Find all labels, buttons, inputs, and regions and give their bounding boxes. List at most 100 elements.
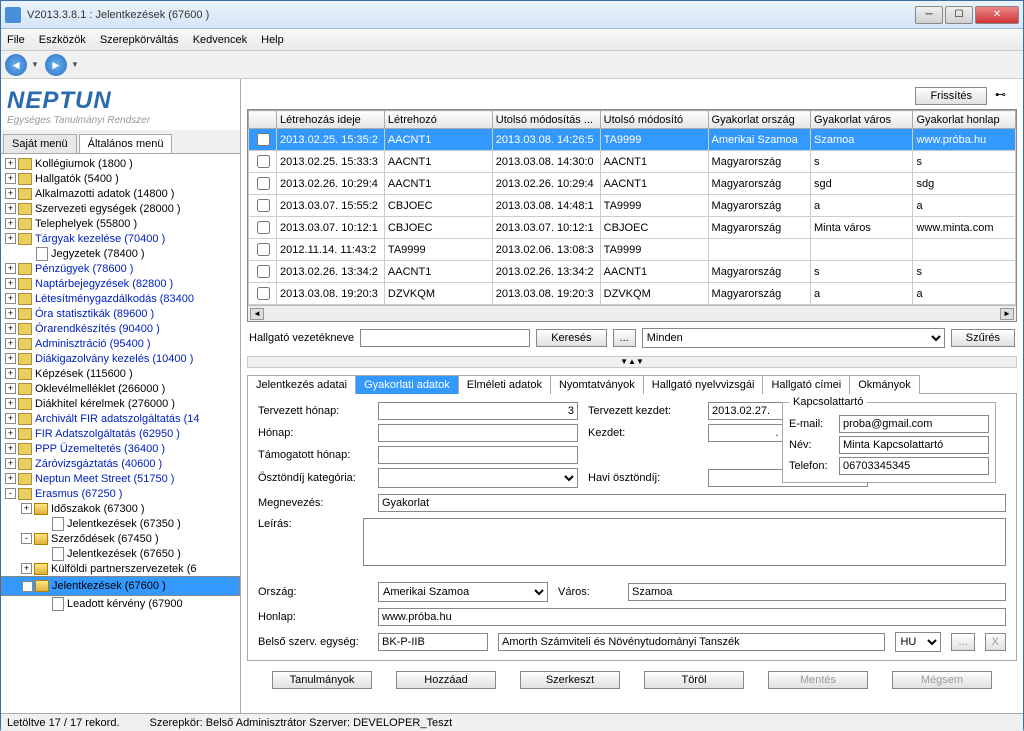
tree-item[interactable]: +Képzések (115600 ) xyxy=(1,366,240,381)
row-checkbox[interactable] xyxy=(257,177,270,190)
table-row[interactable]: 2012.11.14. 11:43:2TA99992013.02.06. 13:… xyxy=(249,239,1016,261)
search-more-button[interactable]: ... xyxy=(613,329,636,347)
tree-item[interactable]: +Oklevélmelléklet (266000 ) xyxy=(1,381,240,396)
tree-item[interactable]: Jelentkezések (67350 ) xyxy=(1,516,240,531)
table-row[interactable]: 2013.02.25. 15:35:2AACNT12013.03.08. 14:… xyxy=(249,129,1016,151)
close-button[interactable]: ✕ xyxy=(975,6,1019,24)
title-field[interactable] xyxy=(378,494,1006,512)
grid-header[interactable] xyxy=(249,111,277,129)
tree-item[interactable]: +Hallgatók (5400 ) xyxy=(1,171,240,186)
search-input[interactable] xyxy=(360,329,530,347)
org-unit-name-field[interactable] xyxy=(498,633,885,651)
tree-item[interactable]: +Külföldi partnerszervezetek (6 xyxy=(1,561,240,576)
row-checkbox[interactable] xyxy=(257,133,270,146)
email-field[interactable] xyxy=(839,415,989,433)
studies-button[interactable]: Tanulmányok xyxy=(272,671,372,689)
tree-item[interactable]: +Diákigazolvány kezelés (10400 ) xyxy=(1,351,240,366)
city-field[interactable] xyxy=(628,583,1006,601)
tree-item[interactable]: +Archivált FIR adatszolgáltatás (14 xyxy=(1,411,240,426)
tree-item[interactable]: Jelentkezések (67650 ) xyxy=(1,546,240,561)
tree-item[interactable]: +Alkalmazotti adatok (14800 ) xyxy=(1,186,240,201)
menu-tools[interactable]: Eszközök xyxy=(39,34,86,46)
row-checkbox[interactable] xyxy=(257,243,270,256)
tab-prints[interactable]: Nyomtatványok xyxy=(550,375,644,394)
cancel-button[interactable]: Mégsem xyxy=(892,671,992,689)
menu-file[interactable]: File xyxy=(7,34,25,46)
tab-documents[interactable]: Okmányok xyxy=(849,375,920,394)
maximize-button[interactable]: ☐ xyxy=(945,6,973,24)
description-textarea[interactable] xyxy=(363,518,1007,566)
table-row[interactable]: 2013.03.07. 15:55:2CBJOEC2013.03.08. 14:… xyxy=(249,195,1016,217)
table-row[interactable]: 2013.02.25. 15:33:3AACNT12013.03.08. 14:… xyxy=(249,151,1016,173)
tab-app-data[interactable]: Jelentkezés adatai xyxy=(247,375,356,394)
row-checkbox[interactable] xyxy=(257,287,270,300)
tab-general-menu[interactable]: Általános menü xyxy=(79,134,173,153)
planned-month-field[interactable] xyxy=(378,402,578,420)
menu-role[interactable]: Szerepkörváltás xyxy=(100,34,179,46)
tree-item[interactable]: +Diákhitel kérelmek (276000 ) xyxy=(1,396,240,411)
tree-item[interactable]: Leadott kérvény (67900 xyxy=(1,596,240,611)
tree-item[interactable]: +Óra statisztikák (89600 ) xyxy=(1,306,240,321)
data-grid[interactable]: Létrehozás idejeLétrehozóUtolsó módosítá… xyxy=(247,109,1017,322)
search-button[interactable]: Keresés xyxy=(536,329,606,347)
save-button[interactable]: Mentés xyxy=(768,671,868,689)
grid-header[interactable]: Létrehozás ideje xyxy=(277,111,385,129)
month-field[interactable] xyxy=(378,424,578,442)
back-dropdown-icon[interactable]: ▼ xyxy=(31,60,41,69)
tab-theory-data[interactable]: Elméleti adatok xyxy=(458,375,551,394)
tree-item[interactable]: +Szervezeti egységek (28000 ) xyxy=(1,201,240,216)
row-checkbox[interactable] xyxy=(257,221,270,234)
tree-item[interactable]: -Szerződések (67450 ) xyxy=(1,531,240,546)
tree-item[interactable]: -Erasmus (67250 ) xyxy=(1,486,240,501)
homepage-field[interactable] xyxy=(378,608,1006,626)
tab-practice-data[interactable]: Gyakorlati adatok xyxy=(355,375,459,394)
tree-item[interactable]: +Pénzügyek (78600 ) xyxy=(1,261,240,276)
row-checkbox[interactable] xyxy=(257,155,270,168)
search-scope-select[interactable]: Minden xyxy=(642,328,945,348)
tab-lang-exams[interactable]: Hallgató nyelvvizsgái xyxy=(643,375,764,394)
grid-header[interactable]: Gyakorlat honlap xyxy=(913,111,1016,129)
grid-header[interactable]: Gyakorlat ország xyxy=(708,111,810,129)
tree-item[interactable]: +Kollégiumok (1800 ) xyxy=(1,156,240,171)
tree-item[interactable]: +Telephelyek (55800 ) xyxy=(1,216,240,231)
refresh-button[interactable]: Frissítés xyxy=(915,87,987,105)
pin-icon[interactable]: ⊷ xyxy=(995,88,1011,104)
scroll-right-icon[interactable]: ► xyxy=(1000,308,1014,320)
tree-item[interactable]: +Létesítménygazdálkodás (83400 xyxy=(1,291,240,306)
table-row[interactable]: 2013.02.26. 13:34:2AACNT12013.02.26. 13:… xyxy=(249,261,1016,283)
grid-header[interactable]: Utolsó módosítás ... xyxy=(492,111,600,129)
supported-month-field[interactable] xyxy=(378,446,578,464)
forward-dropdown-icon[interactable]: ▼ xyxy=(71,60,81,69)
country-select[interactable]: Amerikai Szamoa xyxy=(378,582,548,602)
org-unit-code-field[interactable] xyxy=(378,633,488,651)
tab-addresses[interactable]: Hallgató címei xyxy=(762,375,850,394)
tree-item[interactable]: +Órarendkészítés (90400 ) xyxy=(1,321,240,336)
tree-item[interactable]: +Naptárbejegyzések (82800 ) xyxy=(1,276,240,291)
edit-button[interactable]: Szerkeszt xyxy=(520,671,620,689)
tree-item[interactable]: Jegyzetek (78400 ) xyxy=(1,246,240,261)
phone-field[interactable] xyxy=(839,457,989,475)
tree-item[interactable]: +FIR Adatszolgáltatás (62950 ) xyxy=(1,426,240,441)
name-field[interactable] xyxy=(839,436,989,454)
collapse-bar[interactable]: ▼▲▼ xyxy=(247,356,1017,368)
org-clear-button[interactable]: X xyxy=(985,633,1006,651)
org-browse-button[interactable]: ... xyxy=(951,633,974,651)
tree-item[interactable]: +Záróvizsgáztatás (40600 ) xyxy=(1,456,240,471)
table-row[interactable]: 2013.03.08. 19:20:3DZVKQM2013.03.08. 19:… xyxy=(249,283,1016,305)
scholarship-cat-select[interactable] xyxy=(378,468,578,488)
menu-favorites[interactable]: Kedvencek xyxy=(193,34,247,46)
grid-header[interactable]: Utolsó módosító xyxy=(600,111,708,129)
delete-button[interactable]: Töröl xyxy=(644,671,744,689)
scroll-left-icon[interactable]: ◄ xyxy=(250,308,264,320)
tree-item[interactable]: +Neptun Meet Street (51750 ) xyxy=(1,471,240,486)
menu-help[interactable]: Help xyxy=(261,34,284,46)
grid-hscroll[interactable]: ◄► xyxy=(248,305,1016,321)
tree-item[interactable]: -Jelentkezések (67600 ) xyxy=(1,576,240,596)
row-checkbox[interactable] xyxy=(257,199,270,212)
tree-item[interactable]: +PPP Üzemeltetés (36400 ) xyxy=(1,441,240,456)
add-button[interactable]: Hozzáad xyxy=(396,671,496,689)
grid-header[interactable]: Létrehozó xyxy=(384,111,492,129)
tree-item[interactable]: +Tárgyak kezelése (70400 ) xyxy=(1,231,240,246)
tree-item[interactable]: +Adminisztráció (95400 ) xyxy=(1,336,240,351)
row-checkbox[interactable] xyxy=(257,265,270,278)
